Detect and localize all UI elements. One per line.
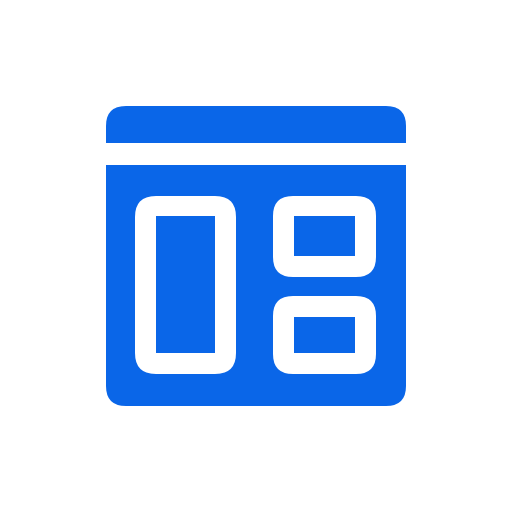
icon-canvas <box>0 0 512 512</box>
dashboard-layout-icon <box>106 106 406 406</box>
bottom-right-panel <box>294 317 355 353</box>
top-right-panel <box>294 216 355 256</box>
window-title-bar <box>106 106 406 143</box>
window-body <box>106 165 406 406</box>
left-tall-panel <box>156 216 215 353</box>
